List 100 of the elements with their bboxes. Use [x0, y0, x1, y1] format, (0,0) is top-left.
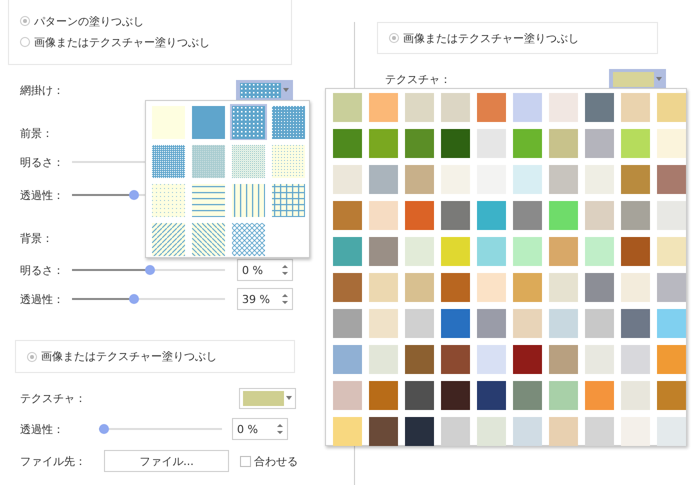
texture-swatch[interactable] [405, 345, 434, 374]
texture-swatch[interactable] [585, 417, 614, 446]
texture-swatch[interactable] [549, 381, 578, 410]
texture-swatch[interactable] [549, 237, 578, 266]
texture-swatch[interactable] [657, 237, 686, 266]
texture-swatch[interactable] [477, 417, 506, 446]
percent-field[interactable]: 0 % [237, 259, 293, 281]
texture-swatch[interactable] [441, 129, 470, 158]
pattern-swatch[interactable] [150, 221, 187, 257]
texture-swatch[interactable] [621, 165, 650, 194]
texture-swatch[interactable] [657, 93, 686, 122]
texture-swatch[interactable] [333, 129, 362, 158]
texture-swatch[interactable] [657, 417, 686, 446]
texture-swatch[interactable] [369, 201, 398, 230]
texture-swatch[interactable] [405, 273, 434, 302]
texture-swatch[interactable] [333, 381, 362, 410]
texture-swatch[interactable] [369, 309, 398, 338]
texture-swatch[interactable] [369, 129, 398, 158]
pattern-swatch[interactable] [230, 221, 267, 257]
texture-swatch[interactable] [621, 237, 650, 266]
texture-picker[interactable] [239, 388, 296, 408]
texture-swatch[interactable] [513, 129, 542, 158]
pattern-swatch[interactable] [150, 182, 187, 218]
spin-arrows-icon[interactable] [277, 423, 283, 435]
file-button[interactable]: ファイル... [104, 450, 229, 472]
texture-swatch[interactable] [513, 93, 542, 122]
radio-button[interactable] [389, 33, 399, 43]
texture-swatch[interactable] [369, 417, 398, 446]
texture-swatch[interactable] [621, 381, 650, 410]
texture-swatch[interactable] [621, 273, 650, 302]
spin-arrows-icon[interactable] [282, 293, 288, 305]
texture-swatch[interactable] [405, 417, 434, 446]
pattern-swatch[interactable] [190, 221, 227, 257]
texture-swatch[interactable] [405, 201, 434, 230]
pattern-swatch[interactable] [190, 104, 227, 140]
texture-swatch[interactable] [333, 417, 362, 446]
texture-swatch[interactable] [333, 165, 362, 194]
texture-swatch[interactable] [477, 201, 506, 230]
texture-swatch[interactable] [441, 273, 470, 302]
texture-swatch[interactable] [585, 201, 614, 230]
pattern-swatch[interactable] [230, 143, 267, 179]
texture-swatch[interactable] [405, 237, 434, 266]
texture-swatch[interactable] [477, 237, 506, 266]
texture-swatch[interactable] [333, 237, 362, 266]
pattern-swatch[interactable] [230, 104, 267, 140]
texture-swatch[interactable] [369, 381, 398, 410]
texture-swatch[interactable] [585, 273, 614, 302]
texture-swatch[interactable] [405, 309, 434, 338]
texture-swatch[interactable] [585, 129, 614, 158]
texture-swatch[interactable] [585, 345, 614, 374]
pattern-picker[interactable] [236, 80, 293, 100]
texture-swatch[interactable] [585, 237, 614, 266]
texture-swatch[interactable] [333, 93, 362, 122]
texture-swatch[interactable] [549, 273, 578, 302]
pattern-swatch[interactable] [150, 143, 187, 179]
texture-swatch[interactable] [657, 129, 686, 158]
texture-swatch[interactable] [477, 93, 506, 122]
texture-swatch[interactable] [369, 93, 398, 122]
slider-thumb[interactable] [129, 294, 140, 304]
texture-swatch[interactable] [657, 201, 686, 230]
radio-button[interactable] [27, 352, 37, 362]
texture-swatch[interactable] [585, 309, 614, 338]
texture-swatch[interactable] [477, 381, 506, 410]
texture-swatch[interactable] [441, 93, 470, 122]
texture-swatch[interactable] [513, 345, 542, 374]
texture-swatch[interactable] [621, 129, 650, 158]
texture-swatch[interactable] [549, 129, 578, 158]
texture-swatch[interactable] [585, 93, 614, 122]
texture-swatch[interactable] [477, 273, 506, 302]
slider-thumb[interactable] [99, 424, 109, 434]
texture-swatch[interactable] [513, 417, 542, 446]
texture-swatch[interactable] [333, 309, 362, 338]
texture-swatch[interactable] [441, 345, 470, 374]
texture-swatch[interactable] [513, 165, 542, 194]
texture-swatch[interactable] [621, 93, 650, 122]
texture-swatch[interactable] [513, 201, 542, 230]
texture-swatch[interactable] [657, 165, 686, 194]
texture-swatch[interactable] [657, 273, 686, 302]
radio-button[interactable] [20, 37, 30, 47]
checkbox[interactable] [240, 456, 251, 466]
texture-swatch[interactable] [369, 237, 398, 266]
texture-swatch[interactable] [333, 273, 362, 302]
texture-swatch[interactable] [549, 417, 578, 446]
texture-swatch[interactable] [333, 345, 362, 374]
texture-swatch[interactable] [477, 309, 506, 338]
texture-swatch[interactable] [549, 93, 578, 122]
texture-swatch[interactable] [441, 381, 470, 410]
pattern-swatch[interactable] [190, 143, 227, 179]
texture-swatch[interactable] [621, 345, 650, 374]
texture-swatch[interactable] [513, 273, 542, 302]
texture-swatch[interactable] [333, 201, 362, 230]
texture-swatch[interactable] [549, 345, 578, 374]
texture-swatch[interactable] [621, 201, 650, 230]
texture-swatch[interactable] [549, 165, 578, 194]
texture-swatch[interactable] [657, 381, 686, 410]
pattern-swatch[interactable] [150, 104, 187, 140]
texture-swatch[interactable] [405, 93, 434, 122]
texture-swatch[interactable] [405, 381, 434, 410]
texture-swatch[interactable] [441, 309, 470, 338]
texture-swatch[interactable] [657, 345, 686, 374]
